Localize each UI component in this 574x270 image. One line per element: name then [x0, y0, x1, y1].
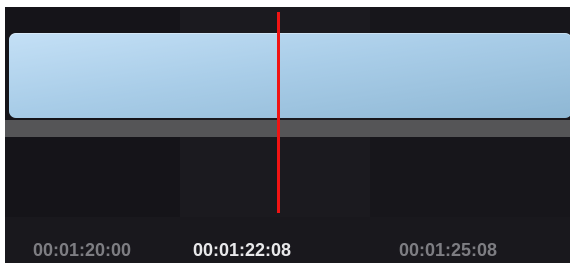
video-clip[interactable] — [9, 33, 570, 118]
video-track-area[interactable] — [5, 7, 570, 217]
timecode-label-left: 00:01:20:00 — [33, 240, 132, 260]
timeline-editor-view: 00:01:20:00 00:01:22:08 00:01:25:08 — [0, 0, 574, 270]
playhead-line[interactable] — [277, 12, 280, 213]
track-divider-bar — [5, 120, 570, 137]
timeline-panel: 00:01:20:00 00:01:22:08 00:01:25:08 — [5, 7, 570, 263]
timecode-label-current: 00:01:22:08 — [193, 240, 292, 260]
time-ruler[interactable]: 00:01:20:00 00:01:22:08 00:01:25:08 — [5, 217, 570, 263]
timecode-label-right: 00:01:25:08 — [399, 240, 498, 260]
